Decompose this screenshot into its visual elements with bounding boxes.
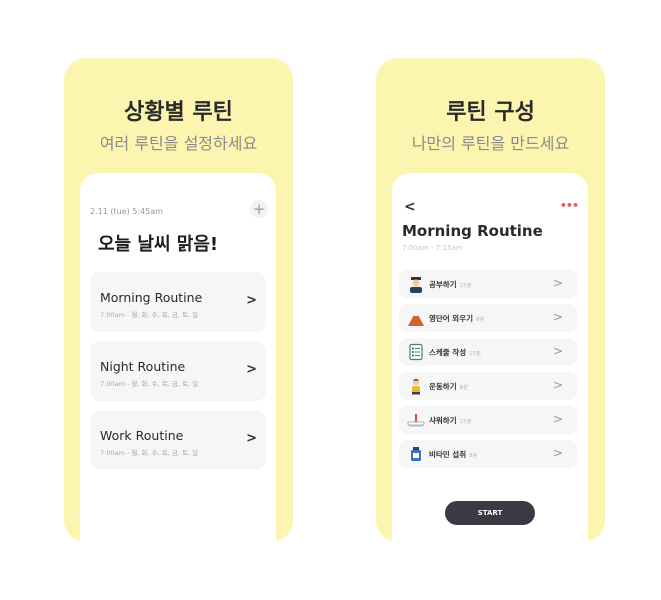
panel-subtitle: 여러 루틴을 설정하세요 — [99, 134, 258, 153]
add-routine-button[interactable]: + — [250, 200, 268, 218]
task-duration: 15분 — [469, 351, 482, 357]
task-row-vitamin[interactable]: 비타민 섭취 8분 > — [399, 440, 577, 468]
date-time-label: 2.11 (tue) 5:45am — [90, 207, 163, 216]
routine-schedule: 7:00am - 월, 화, 수, 목, 금, 토, 일 — [100, 380, 199, 388]
task-label: 영단어 외우기 8분 — [429, 313, 485, 324]
routine-name: Morning Routine — [100, 290, 203, 305]
chevron-right-icon: > — [552, 412, 563, 426]
chevron-right-icon: > — [552, 310, 563, 324]
phone-screen: 2.11 (tue) 5:45am + 오늘 날씨 맑음! Morning Ro… — [80, 173, 276, 542]
routine-card-night[interactable]: Night Routine 7:00am - 월, 화, 수, 목, 금, 토,… — [90, 341, 266, 401]
task-label: 공부하기 15분 — [429, 279, 472, 290]
task-duration: 8분 — [476, 317, 485, 323]
plus-icon: + — [252, 200, 266, 218]
exercise-person-icon — [412, 378, 420, 395]
task-name: 영단어 외우기 — [429, 314, 474, 323]
routine-list-panel: 상황별 루틴 여러 루틴을 설정하세요 2.11 (tue) 5:45am + … — [64, 58, 293, 542]
routine-schedule: 7:00am - 월, 화, 수, 목, 금, 토, 일 — [100, 449, 199, 457]
checklist-icon — [409, 343, 423, 361]
routine-card-morning[interactable]: Morning Routine 7:00am - 월, 화, 수, 목, 금, … — [90, 272, 266, 332]
phone-screen: < ••• Morning Routine 7:00am - 7:15am 공부… — [392, 173, 588, 542]
vitamin-bottle-icon — [411, 447, 421, 461]
task-row-vocabulary[interactable]: 영단어 외우기 8분 > — [399, 304, 577, 332]
task-duration: 15분 — [459, 283, 472, 289]
routine-name: Night Routine — [100, 359, 186, 374]
panel-title: 상황별 루틴 — [124, 100, 233, 125]
more-options-button[interactable]: ••• — [560, 199, 579, 212]
student-icon — [410, 277, 422, 293]
task-name: 샤워하기 — [429, 416, 457, 425]
task-name: 스케줄 작성 — [429, 348, 467, 357]
task-row-schedule[interactable]: 스케줄 작성 15분 > — [399, 338, 577, 366]
routine-name: Work Routine — [100, 428, 184, 443]
task-name: 공부하기 — [429, 280, 457, 289]
chevron-right-icon: > — [552, 378, 563, 392]
start-button[interactable]: START — [445, 501, 535, 525]
task-duration: 8분 — [459, 385, 469, 391]
chevron-right-icon: > — [246, 431, 257, 446]
task-label: 스케줄 작성 15분 — [429, 347, 481, 358]
task-row-exercise[interactable]: 운동하기 8분 > — [399, 372, 577, 400]
task-label: 운동하기 8분 — [429, 381, 468, 392]
weather-greeting: 오늘 날씨 맑음! — [98, 234, 219, 255]
task-row-shower[interactable]: 샤워하기 15분 > — [399, 406, 577, 434]
shower-icon — [407, 414, 425, 427]
task-label: 샤워하기 15분 — [429, 415, 472, 426]
chevron-right-icon: > — [552, 276, 563, 290]
chevron-right-icon: > — [246, 293, 257, 308]
task-name: 운동하기 — [429, 382, 457, 391]
panel-subtitle: 나만의 루틴을 만드세요 — [411, 134, 570, 153]
task-label: 비타민 섭취 8분 — [429, 449, 478, 460]
chevron-right-icon: > — [246, 362, 257, 377]
chevron-right-icon: > — [552, 446, 563, 460]
task-name: 비타민 섭취 — [429, 450, 467, 459]
routine-title: Morning Routine — [402, 222, 543, 240]
panel-title: 루틴 구성 — [446, 100, 535, 125]
routine-schedule: 7:00am - 월, 화, 수, 목, 금, 토, 일 — [100, 311, 199, 319]
task-row-study[interactable]: 공부하기 15분 > — [399, 270, 577, 298]
task-duration: 8분 — [469, 453, 478, 459]
task-duration: 15분 — [459, 419, 472, 425]
mountain-icon — [408, 311, 424, 326]
chevron-right-icon: > — [552, 344, 563, 358]
routine-card-work[interactable]: Work Routine 7:00am - 월, 화, 수, 목, 금, 토, … — [90, 410, 266, 470]
back-button[interactable]: < — [404, 199, 416, 215]
routine-detail-panel: 루틴 구성 나만의 루틴을 만드세요 < ••• Morning Routine… — [376, 58, 605, 542]
routine-time-range: 7:00am - 7:15am — [402, 244, 463, 252]
